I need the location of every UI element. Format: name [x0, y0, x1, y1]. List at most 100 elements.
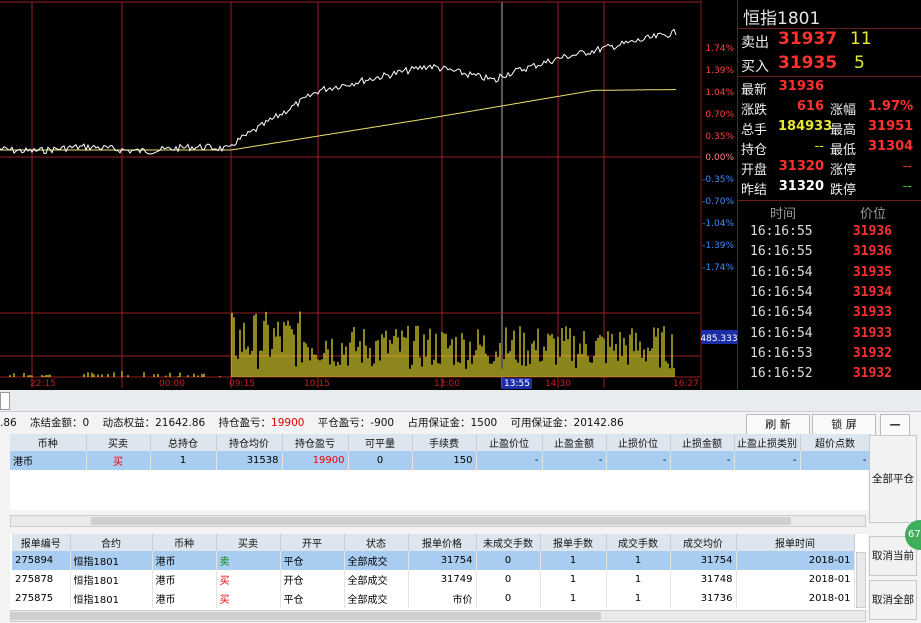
position-row[interactable]: 港币买 1 31538 19900 0 150- - - - - -	[10, 451, 871, 470]
tab-strip	[0, 390, 921, 412]
positions-col-header[interactable]: 止损价位	[606, 434, 671, 451]
tick-row: 16:16:54 31934	[738, 285, 921, 305]
high-value: 31951	[868, 119, 914, 134]
margin-used: 占用保证金：1500	[407, 417, 498, 429]
minimize-button[interactable]: —	[880, 414, 910, 436]
order-cell: 0	[476, 589, 541, 608]
orders-col-header[interactable]: 报单价格	[408, 534, 477, 551]
order-cell: 275878	[12, 570, 71, 589]
orders-col-header[interactable]: 开平	[280, 534, 345, 551]
orders-table: 报单编号 合约 币种 买卖 开平 状态 报单价格 未成交手数 报单手数 成交手数 成交均价 报单时间 …	[12, 534, 855, 608]
change-pct-label: 涨幅	[830, 103, 857, 118]
positions-col-header[interactable]: 止损金额	[670, 434, 735, 451]
order-cell: 0	[476, 570, 541, 589]
orders-col-header[interactable]: 未成交手数	[476, 534, 541, 551]
positions-col-header[interactable]: 止盈价位	[476, 434, 543, 451]
order-cell: 恒指1801	[70, 570, 153, 589]
balance-tail: .86	[0, 417, 17, 429]
axis-label: -1.39%	[702, 241, 734, 251]
positions-hscroll[interactable]	[10, 515, 866, 527]
positions-col-header[interactable]: 买卖	[86, 434, 151, 451]
order-row[interactable]: 275878 恒指1801 港币买开仓 全部成交 31749 0 1 1 31748 2018-0…	[12, 570, 855, 589]
tick-price: 31933	[852, 325, 892, 341]
positions-col-header[interactable]: 超价点数	[800, 434, 871, 451]
tick-time: 16:16:54	[750, 305, 813, 321]
x-tick-label: 16:27	[673, 379, 699, 389]
order-cell: 港币	[152, 551, 217, 570]
chart-background	[0, 0, 737, 390]
tick-row: 16:16:54 31935	[738, 265, 921, 285]
order-cell: 31749	[408, 570, 477, 589]
position-cell: 0	[348, 451, 413, 470]
positions-col-header[interactable]: 持仓盈亏	[282, 434, 349, 451]
x-tick-label: 14:30	[545, 379, 571, 389]
frozen-amount: 冻结金额：0	[30, 417, 90, 429]
positions-col-header[interactable]: 手续费	[412, 434, 477, 451]
orders-col-header[interactable]: 成交手数	[606, 534, 671, 551]
axis-label: 1.74%	[705, 44, 734, 54]
buy-qty: 5	[854, 53, 865, 73]
volume-label: 总手	[741, 123, 768, 138]
positions-col-header[interactable]: 止盈金额	[542, 434, 607, 451]
close-all-button[interactable]: 全部平仓	[869, 435, 917, 523]
order-cell: 31754	[670, 551, 737, 570]
positions-col-header[interactable]: 总持仓	[150, 434, 217, 451]
order-row[interactable]: 275894 恒指1801 港币卖平仓 全部成交 31754 0 1 1 31754 2018-0…	[12, 551, 855, 570]
order-cell: 1	[540, 589, 607, 608]
order-cell: 0	[476, 551, 541, 570]
orders-col-header[interactable]: 报单手数	[540, 534, 607, 551]
orders-vscroll[interactable]	[856, 552, 866, 608]
axis-label: -0.70%	[702, 197, 734, 207]
tick-row: 16:16:52 31932	[738, 366, 921, 386]
x-tick-label: 13:55	[504, 379, 530, 389]
cancel-all-button[interactable]: 取消全部	[869, 580, 917, 620]
tick-price: 31936	[852, 224, 892, 239]
volume-readout: 485.333	[700, 334, 737, 344]
sell-label: 卖出	[741, 35, 769, 51]
order-cell: 1	[606, 589, 671, 608]
orders-col-header[interactable]: 币种	[152, 534, 217, 551]
close-pl: 平仓盈亏：-900	[317, 417, 395, 429]
limit-down-label: 跌停	[830, 183, 857, 198]
trading-window: 1.74% 1.39% 1.04% 0.70% 0.35% 0.00% -0.35% -0.7…	[0, 0, 921, 623]
order-cell: 买	[216, 589, 281, 608]
positions-col-header[interactable]: 币种	[10, 434, 87, 451]
position-cell: -	[606, 451, 671, 470]
tick-time: 16:16:53	[750, 345, 813, 361]
tick-price: 31934	[852, 284, 892, 300]
order-row[interactable]: 275875 恒指1801 港币买平仓 全部成交 市价 0 1 1 31736 2018-01	[12, 589, 855, 608]
position-cell: 港币	[10, 451, 87, 470]
order-cell: 2018-01	[736, 589, 855, 608]
tick-time: 16:16:55	[750, 244, 813, 260]
positions-col-header[interactable]: 持仓均价	[216, 434, 283, 451]
tick-time: 16:16:54	[750, 264, 813, 280]
change-pct-value: 1.97%	[868, 99, 914, 114]
orders-hscroll[interactable]	[10, 610, 866, 622]
orders-col-header[interactable]: 报单时间	[736, 534, 855, 551]
positions-table: 币种 买卖 总持仓 持仓均价 持仓盈亏 可平量 手续费 止盈价位 止盈金额 止损价位 止损金额 止盈止…	[10, 434, 871, 470]
order-cell: 开仓	[280, 570, 345, 589]
low-label: 最低	[830, 143, 857, 158]
x-tick-label: 10:15	[304, 379, 330, 389]
axis-label: -1.74%	[702, 263, 734, 273]
prev-label: 昨结	[741, 183, 768, 198]
refresh-button[interactable]: 刷 新	[746, 414, 810, 436]
tab-handle[interactable]	[0, 392, 10, 410]
axis-label: -0.35%	[702, 175, 734, 185]
orders-col-header[interactable]: 状态	[344, 534, 409, 551]
orders-col-header[interactable]: 报单编号	[12, 534, 71, 551]
position-cell: 31538	[216, 451, 283, 470]
position-cell: 1	[150, 451, 217, 470]
orders-col-header[interactable]: 成交均价	[670, 534, 737, 551]
order-cell: 全部成交	[344, 570, 409, 589]
orders-col-header[interactable]: 买卖	[216, 534, 281, 551]
position-cell: -	[542, 451, 607, 470]
positions-col-header[interactable]: 可平量	[348, 434, 413, 451]
positions-col-header[interactable]: 止盈止损类别	[734, 434, 801, 451]
limit-up-label: 涨停	[830, 163, 857, 178]
change-label: 涨跌	[741, 103, 768, 118]
tick-price: 31933	[852, 305, 892, 321]
lock-button[interactable]: 锁 屏	[812, 414, 876, 436]
tick-time: 16:16:54	[750, 284, 813, 300]
orders-col-header[interactable]: 合约	[70, 534, 153, 551]
